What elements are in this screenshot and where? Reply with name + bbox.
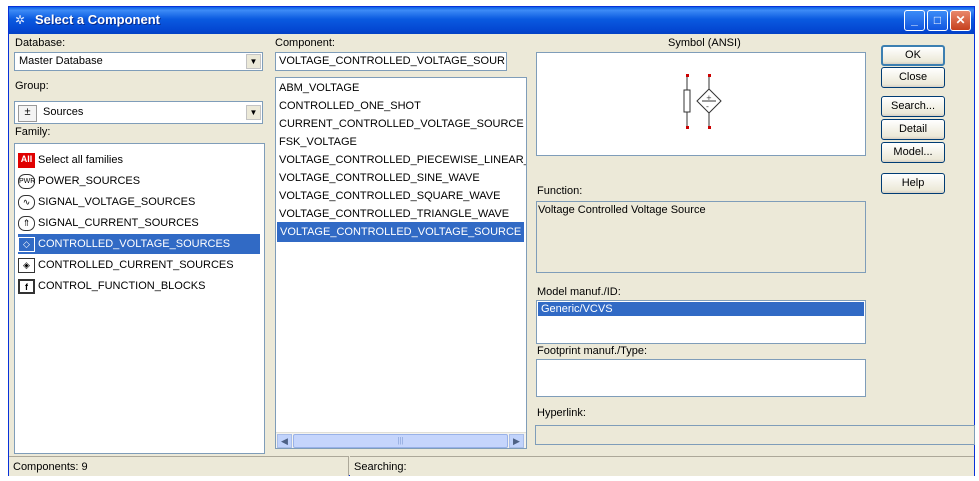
- scroll-thumb[interactable]: |||: [293, 434, 508, 448]
- vcvs-symbol-icon: + -: [683, 74, 722, 129]
- hyperlink-field[interactable]: [535, 425, 975, 445]
- family-item-label: SIGNAL_VOLTAGE_SOURCES: [38, 196, 196, 208]
- component-input[interactable]: VOLTAGE_CONTROLLED_VOLTAGE_SOUR: [275, 52, 507, 71]
- minimize-button[interactable]: _: [904, 10, 925, 31]
- hyperlink-label: Hyperlink:: [537, 407, 586, 419]
- help-button[interactable]: Help: [881, 173, 945, 194]
- power-source-icon: PWR: [18, 173, 35, 189]
- component-item-selected[interactable]: VOLTAGE_CONTROLLED_VOLTAGE_SOURCE: [277, 222, 524, 242]
- svg-text:+: +: [706, 94, 712, 102]
- status-components: Components: 9: [9, 456, 349, 476]
- symbol-label: Symbol (ANSI): [668, 37, 741, 49]
- footprint-list[interactable]: [536, 359, 866, 397]
- ok-button[interactable]: OK: [881, 45, 945, 66]
- svg-text:-: -: [706, 102, 709, 111]
- signal-current-icon: ⇑: [18, 215, 35, 231]
- signal-voltage-icon: ∿: [18, 194, 35, 210]
- family-item-signal-voltage-sources[interactable]: ∿ SIGNAL_VOLTAGE_SOURCES: [18, 192, 195, 212]
- function-value: Voltage Controlled Voltage Source: [538, 204, 706, 216]
- component-item[interactable]: VOLTAGE_CONTROLLED_PIECEWISE_LINEAR_: [279, 150, 526, 170]
- family-item-power-sources[interactable]: PWR POWER_SOURCES: [18, 171, 140, 191]
- app-icon: ✲: [15, 13, 26, 27]
- function-label: Function:: [537, 185, 583, 197]
- family-label: Family:: [15, 126, 51, 138]
- symbol-preview: + -: [536, 52, 866, 156]
- scroll-left-icon[interactable]: ◀: [277, 434, 292, 448]
- model-button[interactable]: Model...: [881, 142, 945, 163]
- close-window-button[interactable]: ✕: [950, 10, 971, 31]
- select-component-dialog: ✲ Select a Component _ □ ✕ Database: Mas…: [8, 6, 975, 476]
- scroll-right-icon[interactable]: ▶: [509, 434, 524, 448]
- status-searching: Searching:: [350, 456, 974, 476]
- detail-report-button[interactable]: Detail Report: [881, 119, 945, 154]
- sources-icon: ±: [18, 105, 37, 122]
- chevron-down-icon[interactable]: ▼: [246, 54, 261, 69]
- family-item-controlled-current-sources[interactable]: ◈ CONTROLLED_CURRENT_SOURCES: [18, 255, 234, 275]
- controlled-voltage-icon: ◇: [18, 236, 35, 252]
- family-item-label: CONTROLLED_CURRENT_SOURCES: [38, 259, 234, 271]
- family-item-label: POWER_SOURCES: [38, 175, 141, 187]
- model-label: Model manuf./ID:: [537, 286, 621, 298]
- database-label: Database:: [15, 37, 66, 49]
- family-list[interactable]: All Select all families PWR POWER_SOURCES …: [14, 143, 265, 454]
- search-button[interactable]: Search...: [881, 96, 945, 117]
- component-item[interactable]: FSK_VOLTAGE: [279, 132, 357, 152]
- close-icon: ✕: [955, 13, 966, 27]
- family-item-label: CONTROLLED_VOLTAGE_SOURCES: [38, 238, 231, 250]
- family-item-control-function-blocks[interactable]: f CONTROL_FUNCTION_BLOCKS: [18, 276, 205, 296]
- maximize-button[interactable]: □: [927, 10, 948, 31]
- component-list[interactable]: ABM_VOLTAGE CONTROLLED_ONE_SHOT CURRENT_…: [275, 77, 527, 449]
- controlled-current-icon: ◈: [18, 257, 35, 273]
- family-item-all[interactable]: All Select all families: [18, 150, 123, 170]
- component-input-value: VOLTAGE_CONTROLLED_VOLTAGE_SOUR: [279, 55, 505, 67]
- component-item[interactable]: ABM_VOLTAGE: [279, 78, 359, 98]
- maximize-icon: □: [933, 13, 942, 27]
- footprint-label: Footprint manuf./Type:: [537, 345, 648, 357]
- family-item-signal-current-sources[interactable]: ⇑ SIGNAL_CURRENT_SOURCES: [18, 213, 199, 233]
- model-item-selected[interactable]: Generic/VCVS: [538, 302, 864, 316]
- window-title: Select a Component: [35, 12, 160, 27]
- group-combo[interactable]: ± Sources ▼: [14, 101, 263, 124]
- database-combo[interactable]: Master Database ▼: [14, 52, 263, 71]
- group-value: Sources: [43, 106, 84, 118]
- family-item-label: Select all families: [38, 154, 123, 166]
- component-item[interactable]: VOLTAGE_CONTROLLED_SINE_WAVE: [279, 168, 480, 188]
- family-item-label: CONTROL_FUNCTION_BLOCKS: [38, 280, 206, 292]
- component-item[interactable]: CURRENT_CONTROLLED_VOLTAGE_SOURCE: [279, 114, 524, 134]
- close-button[interactable]: Close: [881, 67, 945, 88]
- function-box: Voltage Controlled Voltage Source: [536, 201, 866, 273]
- model-list[interactable]: Generic/VCVS: [536, 300, 866, 344]
- database-value: Master Database: [19, 55, 103, 67]
- family-item-label: SIGNAL_CURRENT_SOURCES: [38, 217, 199, 229]
- component-item[interactable]: VOLTAGE_CONTROLLED_SQUARE_WAVE: [279, 186, 500, 206]
- function-block-icon: f: [18, 278, 35, 294]
- component-label: Component:: [275, 37, 335, 49]
- component-item[interactable]: VOLTAGE_CONTROLLED_TRIANGLE_WAVE: [279, 204, 509, 224]
- chevron-down-icon[interactable]: ▼: [246, 105, 261, 120]
- component-item[interactable]: CONTROLLED_ONE_SHOT: [279, 96, 421, 116]
- all-icon: All: [18, 152, 35, 168]
- horizontal-scrollbar[interactable]: ◀ ||| ▶: [276, 432, 526, 448]
- family-item-controlled-voltage-sources[interactable]: ◇ CONTROLLED_VOLTAGE_SOURCES: [18, 234, 260, 254]
- minimize-icon: _: [911, 13, 918, 27]
- title-bar[interactable]: ✲ Select a Component _ □ ✕: [9, 7, 974, 34]
- group-label: Group:: [15, 80, 49, 92]
